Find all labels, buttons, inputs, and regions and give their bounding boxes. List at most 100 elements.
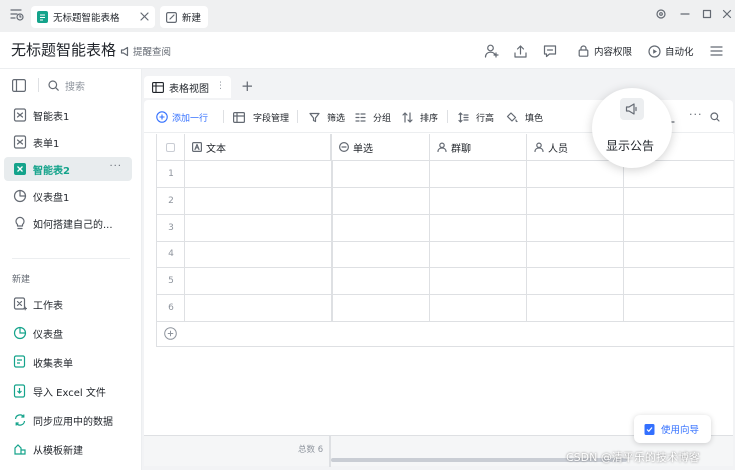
dashboard-icon <box>13 326 27 340</box>
column-header-single-select[interactable]: 单选 <box>332 134 430 161</box>
field-manage-label: 字段管理 <box>253 113 290 124</box>
sidebar-toggle-icon[interactable] <box>12 79 26 92</box>
view-options-icon[interactable]: ⋮ <box>216 81 225 91</box>
add-record-button[interactable] <box>164 327 177 340</box>
sidebar-item-smart-sheet-1[interactable]: 智能表1 <box>4 103 132 127</box>
data-grid: 文本 单选 群聊 人员 1 2 3 4 5 6 <box>156 134 734 347</box>
new-item-label: 仪表盘 <box>33 329 63 341</box>
page-title[interactable]: 无标题智能表格 <box>11 39 116 60</box>
paint-bucket-icon <box>506 111 522 123</box>
filter-icon <box>309 112 324 123</box>
maximize-icon[interactable] <box>697 4 717 24</box>
announcement-button[interactable] <box>620 98 644 120</box>
grid-line <box>157 241 734 242</box>
plus-circle-icon <box>156 111 172 123</box>
sidebar-item-label: 智能表2 <box>33 165 70 177</box>
row-height-label: 行高 <box>476 113 495 124</box>
field-manage-button[interactable]: 字段管理 <box>233 110 289 124</box>
column-header-group-chat[interactable]: 群聊 <box>430 134 527 161</box>
history-icon[interactable] <box>6 4 26 24</box>
tab-table-view[interactable]: 表格视图 ⋮ <box>144 76 231 98</box>
row-height-button[interactable]: 行高 <box>458 110 494 124</box>
export-button[interactable] <box>513 42 528 60</box>
new-dashboard-button[interactable]: 仪表盘 <box>4 321 132 345</box>
new-section-title: 新建 <box>12 275 31 285</box>
settings-icon[interactable] <box>651 4 671 24</box>
main-menu-button[interactable] <box>710 42 723 60</box>
tab-label: 无标题智能表格 <box>53 13 120 24</box>
row-number: 1 <box>168 169 174 179</box>
filter-label: 筛选 <box>327 113 346 124</box>
single-select-icon <box>339 142 349 152</box>
more-options-icon[interactable]: ··· <box>689 107 703 121</box>
text-field-icon <box>192 142 202 152</box>
hamburger-icon <box>710 45 723 57</box>
close-tab-icon[interactable] <box>140 12 149 21</box>
row-number: 2 <box>168 196 174 206</box>
sync-data-button[interactable]: 同步应用中的数据 <box>4 408 132 432</box>
new-collect-form-button[interactable]: 收集表单 <box>4 350 132 374</box>
tab-active-document[interactable]: 无标题智能表格 <box>31 6 155 28</box>
sidebar-item-guide-doc[interactable]: 如何搭建自己的... <box>4 211 132 235</box>
close-window-icon[interactable] <box>717 4 735 24</box>
announcement-callout: 显示公告 <box>592 88 672 168</box>
search-icon[interactable] <box>710 110 724 124</box>
sort-button[interactable]: 排序 <box>402 110 438 124</box>
group-button[interactable]: 分组 <box>355 110 391 124</box>
new-item-label: 工作表 <box>33 300 63 312</box>
sort-icon <box>402 111 417 123</box>
divider <box>12 258 130 259</box>
comment-button[interactable] <box>543 42 557 60</box>
new-from-template-button[interactable]: 从模板新建 <box>4 437 132 461</box>
template-icon <box>13 442 27 456</box>
sidebar-item-smart-sheet-2[interactable]: 智能表2 ··· <box>4 157 132 181</box>
sort-label: 排序 <box>420 113 439 124</box>
guide-icon <box>644 423 655 435</box>
tab-new[interactable]: 新建 <box>160 6 208 28</box>
play-circle-icon <box>648 44 661 58</box>
sidebar-item-dashboard-1[interactable]: 仪表盘1 <box>4 184 132 208</box>
divider <box>38 78 39 92</box>
upload-icon <box>513 44 528 59</box>
sidebar-item-form-1[interactable]: 表单1 <box>4 130 132 154</box>
share-user-button[interactable] <box>484 42 500 60</box>
megaphone-icon <box>625 103 639 115</box>
grid-line <box>157 214 734 215</box>
guide-label: 使用向导 <box>661 425 700 436</box>
divider <box>297 110 298 123</box>
total-count: 总数 6 <box>298 445 324 455</box>
form-icon <box>13 135 27 149</box>
search-input[interactable]: 搜索 <box>48 77 134 94</box>
content-permission-button[interactable]: 内容权限 <box>578 42 632 60</box>
select-all-checkbox[interactable] <box>157 134 185 161</box>
minimize-icon[interactable] <box>675 4 695 24</box>
column-header-text[interactable]: 文本 <box>185 134 332 161</box>
filter-button[interactable]: 筛选 <box>309 110 345 124</box>
grid-line <box>157 346 734 347</box>
automation-button[interactable]: 自动化 <box>648 42 694 60</box>
new-item-label: 导入 Excel 文件 <box>33 387 106 399</box>
guide-button[interactable]: 使用向导 <box>634 415 711 443</box>
megaphone-icon <box>120 46 131 57</box>
automation-label: 自动化 <box>665 47 694 58</box>
dashboard-icon <box>13 189 27 203</box>
divider <box>329 436 331 467</box>
fill-color-button[interactable]: 填色 <box>506 110 543 124</box>
smart-sheet-icon <box>13 108 27 122</box>
sidebar-item-label: 仪表盘1 <box>33 192 70 204</box>
more-options-icon[interactable]: ··· <box>109 161 122 172</box>
add-row-button[interactable]: 添加一行 <box>156 110 208 124</box>
grid-line <box>157 294 734 295</box>
checkbox[interactable] <box>166 142 175 152</box>
new-worksheet-button[interactable]: 工作表 <box>4 292 132 316</box>
import-excel-button[interactable]: 导入 Excel 文件 <box>4 379 132 403</box>
lock-icon <box>578 45 589 57</box>
table-icon <box>152 81 164 93</box>
new-item-label: 收集表单 <box>33 358 73 370</box>
sync-icon <box>13 413 27 427</box>
add-view-button[interactable]: + <box>241 77 254 95</box>
reminder-button[interactable]: 提醒查阅 <box>120 42 171 60</box>
new-item-label: 从模板新建 <box>33 445 83 457</box>
search-placeholder: 搜索 <box>65 82 85 93</box>
permission-label: 内容权限 <box>594 47 633 58</box>
